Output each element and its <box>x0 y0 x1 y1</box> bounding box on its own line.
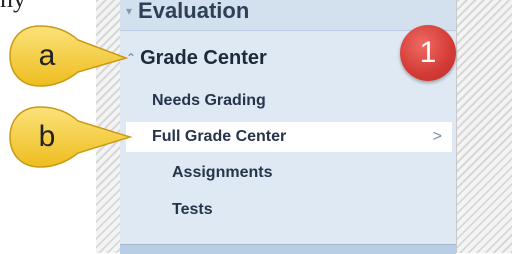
menu-item-tests[interactable]: Tests <box>172 197 213 223</box>
grade-center-header[interactable]: ⌃ Grade Center <box>126 42 267 74</box>
hatched-border-right <box>456 0 512 253</box>
section-label: Evaluation <box>138 0 250 23</box>
grade-center-label: Grade Center <box>140 46 267 69</box>
chevron-right-icon: > <box>432 128 442 145</box>
callout-a: a <box>8 24 138 88</box>
chevron-down-icon: ▾ <box>126 4 133 18</box>
menu-item-full-grade-center-label: Full Grade Center <box>152 128 287 145</box>
callout-b: b <box>8 105 138 169</box>
section-evaluation[interactable]: ▾ Evaluation <box>126 0 249 26</box>
menu-item-full-grade-center[interactable]: Full Grade Center > <box>126 122 452 152</box>
callout-letter: b <box>38 120 56 153</box>
menu-item-needs-grading[interactable]: Needs Grading <box>152 88 266 114</box>
menu-item-assignments[interactable]: Assignments <box>172 160 272 186</box>
step-number-badge: 1 <box>400 25 456 81</box>
callout-letter: a <box>38 39 56 72</box>
